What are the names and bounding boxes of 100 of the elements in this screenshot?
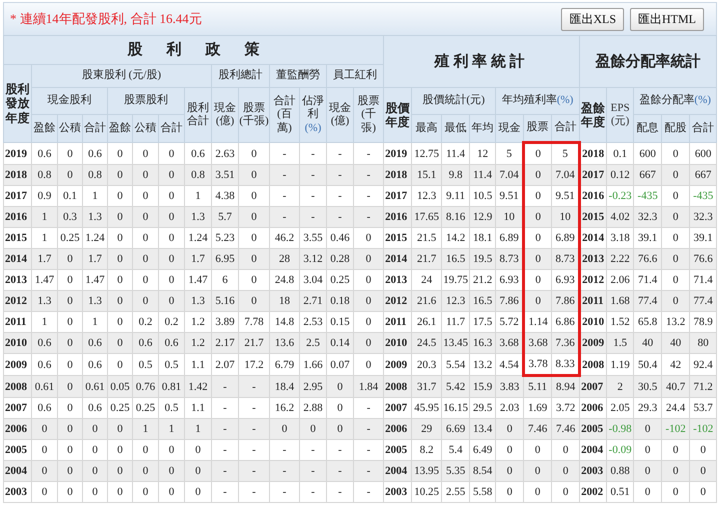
column-header: 配息 (634, 114, 662, 142)
table-cell: 8.73 (552, 248, 580, 270)
table-cell: 1.69 (524, 398, 552, 418)
table-cell: 0.2 (132, 312, 158, 332)
table-cell: 0.25 (58, 228, 82, 248)
table-cell: 0 (634, 418, 662, 440)
table-cell: 3.89 (212, 312, 238, 332)
column-header: 佔淨利 (%) (300, 88, 326, 142)
export-button[interactable]: 匯出XLS (561, 8, 624, 30)
table-cell: 40 (634, 332, 662, 354)
table-cell: - (300, 440, 326, 460)
table-cell: 0 (354, 228, 384, 248)
table-cell: 13.6 (270, 332, 300, 354)
table-cell: 0.8 (32, 164, 58, 186)
table-cell: 0 (238, 290, 270, 312)
table-cell: 3.78 (524, 354, 552, 376)
table-cell: 1.7 (32, 248, 58, 270)
column-header: 股利合計 (184, 88, 212, 142)
table-cell: 0 (184, 482, 212, 502)
table-cell: 1.1 (184, 354, 212, 376)
table-cell: 14.2 (442, 228, 470, 248)
table-cell: 2.05 (606, 398, 634, 418)
table-cell: - (270, 206, 300, 228)
table-cell: - (300, 142, 326, 164)
table-cell: 5.54 (442, 354, 470, 376)
table-cell: 0 (524, 206, 552, 228)
year-cell: 2008 (384, 376, 412, 398)
table-cell: 0.81 (158, 376, 184, 398)
year-cell: 2009 (4, 354, 32, 376)
table-cell: 1 (82, 312, 108, 332)
table-cell: 0.6 (32, 398, 58, 418)
column-header: 股利發放年度 (4, 64, 32, 142)
table-cell: 0 (108, 248, 132, 270)
table-cell: 10 (552, 206, 580, 228)
table-cell: - (270, 460, 300, 482)
table-cell: 0 (662, 460, 690, 482)
table-cell: 0.88 (606, 460, 634, 482)
table-cell: 13.4 (470, 418, 496, 440)
table-cell: 0 (238, 164, 270, 186)
notice-text: * 連續14年配發股利, 合計 16.44元 (10, 10, 202, 28)
table-cell: 667 (634, 164, 662, 186)
table-cell: 31.7 (412, 376, 442, 398)
table-cell: 0 (58, 398, 82, 418)
table-cell: 0 (662, 482, 690, 502)
table-cell: 3.18 (606, 228, 634, 248)
table-cell: 1.2 (184, 312, 212, 332)
table-cell: 0.6 (32, 142, 58, 164)
section-title: 盈餘分配率統計 (580, 36, 717, 88)
table-cell: 0.3 (58, 206, 82, 228)
table-cell: 0 (184, 440, 212, 460)
table-cell: 77.4 (690, 290, 717, 312)
table-cell: 0 (132, 186, 158, 206)
column-header: 盈餘分配率(%) (634, 88, 717, 114)
table-cell: 9.51 (552, 186, 580, 206)
table-cell: 0.61 (32, 376, 58, 398)
table-cell: 18.4 (270, 376, 300, 398)
table-cell: 0 (524, 460, 552, 482)
year-cell: 2015 (4, 228, 32, 248)
table-cell: 80 (690, 332, 717, 354)
table-cell: - (212, 376, 238, 398)
table-cell: 0 (108, 142, 132, 164)
table-cell: 24.5 (412, 332, 442, 354)
table-cell: - (270, 440, 300, 460)
year-cell: 2012 (4, 290, 32, 312)
table-cell: 7.36 (552, 332, 580, 354)
table-cell: 2.63 (212, 142, 238, 164)
table-cell: 0 (524, 440, 552, 460)
table-cell: 0 (58, 482, 82, 502)
table-cell: 0 (238, 228, 270, 248)
table-cell: 12.3 (412, 186, 442, 206)
table-cell: 0 (634, 440, 662, 460)
year-cell: 2014 (384, 248, 412, 270)
table-cell: 11.7 (442, 312, 470, 332)
table-cell: 0 (32, 460, 58, 482)
table-cell: 39.1 (634, 228, 662, 248)
column-header: 配股 (662, 114, 690, 142)
column-header: 現金(億) (326, 88, 354, 142)
column-header: 年均殖利率(%) (496, 88, 580, 114)
table-cell: 0 (82, 482, 108, 502)
table-cell: 0.12 (606, 164, 634, 186)
table-cell: 0 (58, 270, 82, 290)
table-cell: 0 (132, 142, 158, 164)
table-cell: 5.4 (442, 440, 470, 460)
table-cell: 0.6 (82, 354, 108, 376)
table-cell: 1.84 (354, 376, 384, 398)
table-cell: - (270, 164, 300, 186)
table-cell: 0.5 (132, 354, 158, 376)
table-cell: 0 (58, 376, 82, 398)
table-cell: 1.47 (184, 270, 212, 290)
table-cell: 30.5 (634, 376, 662, 398)
table-cell: 92.4 (690, 354, 717, 376)
table-cell: 1.3 (184, 206, 212, 228)
year-cell: 2006 (4, 418, 32, 440)
export-button[interactable]: 匯出HTML (630, 8, 704, 30)
table-cell: 0 (662, 228, 690, 248)
year-cell: 2011 (384, 312, 412, 332)
column-header: 年均 (470, 114, 496, 142)
table-cell: 5.42 (442, 376, 470, 398)
table-cell: 3.83 (496, 376, 524, 398)
table-cell: 1 (184, 418, 212, 440)
